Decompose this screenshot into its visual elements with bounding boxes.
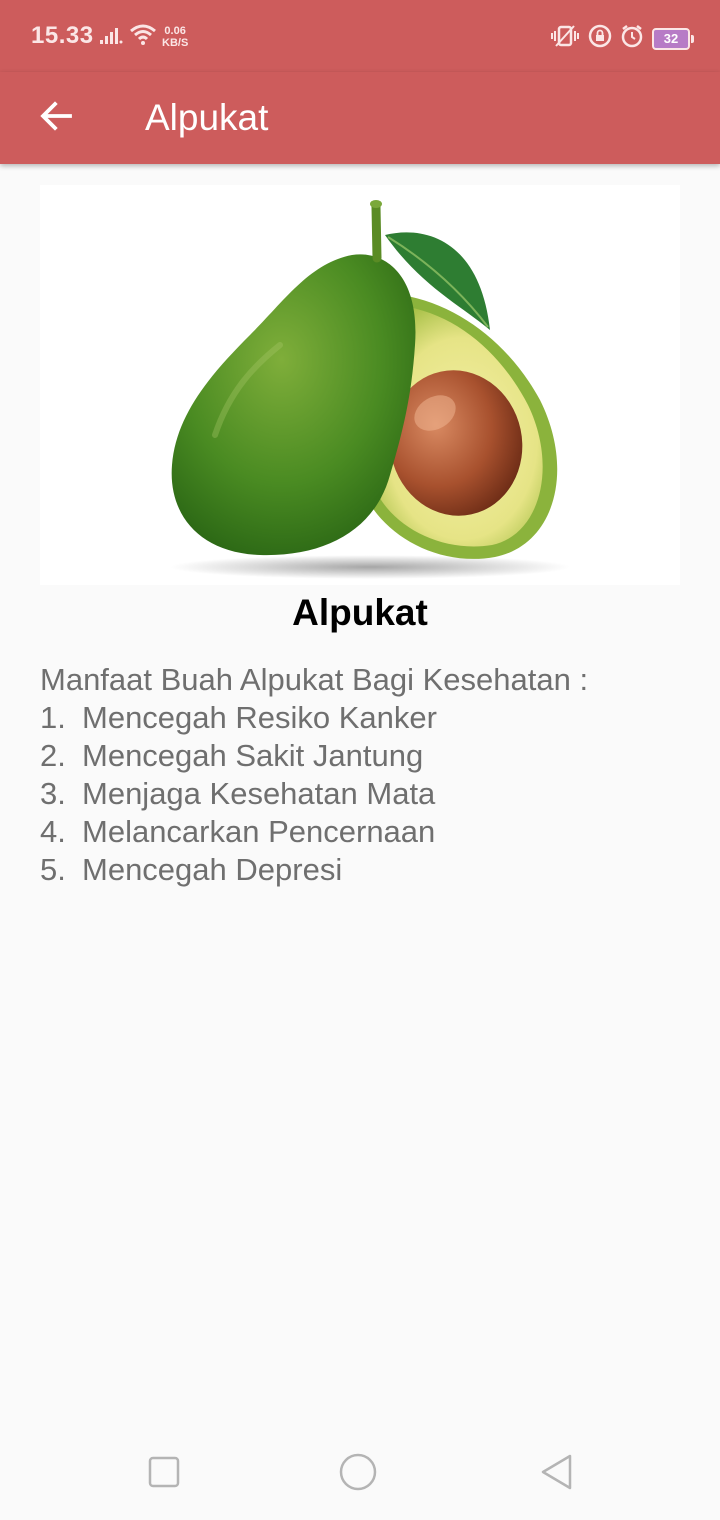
recents-square-icon (148, 1456, 180, 1493)
list-item-text: Menjaga Kesehatan Mata (82, 776, 436, 811)
list-item-number: 3. (40, 776, 66, 811)
status-time: 15.33 (31, 22, 94, 49)
network-speed-value: 0.06 (164, 25, 186, 37)
status-icons-right: 32 (550, 24, 694, 53)
list-item: 3. Menjaga Kesehatan Mata (40, 775, 680, 813)
list-item-text: Mencegah Resiko Kanker (82, 700, 437, 735)
network-speed-unit: KB/S (162, 37, 189, 49)
avocado-image (40, 185, 680, 585)
arrow-back-icon (38, 98, 74, 139)
recents-button[interactable] (144, 1454, 184, 1494)
alarm-icon (620, 24, 644, 53)
home-circle-icon (338, 1452, 378, 1497)
benefits-heading: Manfaat Buah Alpukat Bagi Kesehatan : (40, 662, 589, 697)
list-item-number: 2. (40, 738, 66, 773)
system-back-button[interactable] (536, 1454, 576, 1494)
list-item: 2. Mencegah Sakit Jantung (40, 737, 680, 775)
list-item-text: Melancarkan Pencernaan (82, 814, 436, 849)
page-title: Alpukat (145, 97, 269, 138)
wifi-icon (129, 24, 157, 51)
rotation-lock-icon (588, 24, 612, 53)
list-item-number: 1. (40, 700, 66, 735)
list-item-text: Mencegah Depresi (82, 852, 343, 887)
list-item-number: 5. (40, 852, 66, 887)
fruit-name: Alpukat (292, 592, 428, 633)
back-button[interactable] (26, 90, 86, 146)
system-nav-bar (0, 1424, 720, 1520)
benefits-text: Manfaat Buah Alpukat Bagi Kesehatan : 1.… (40, 661, 680, 889)
list-item: 4. Melancarkan Pencernaan (40, 813, 680, 851)
status-bar: 15.33 0.06 KB/S 32 (0, 0, 720, 72)
back-triangle-icon (538, 1453, 574, 1496)
home-button[interactable] (338, 1452, 378, 1497)
battery-icon: 32 (652, 27, 694, 50)
vibrate-icon (550, 24, 580, 53)
list-item: 5. Mencegah Depresi (40, 851, 680, 889)
network-speed: 0.06 KB/S (162, 25, 188, 49)
list-item: 1. Mencegah Resiko Kanker (40, 699, 680, 737)
list-item-text: Mencegah Sakit Jantung (82, 738, 424, 773)
app-bar: Alpukat (0, 72, 720, 164)
list-item-number: 4. (40, 814, 66, 849)
signal-icon (100, 26, 124, 49)
